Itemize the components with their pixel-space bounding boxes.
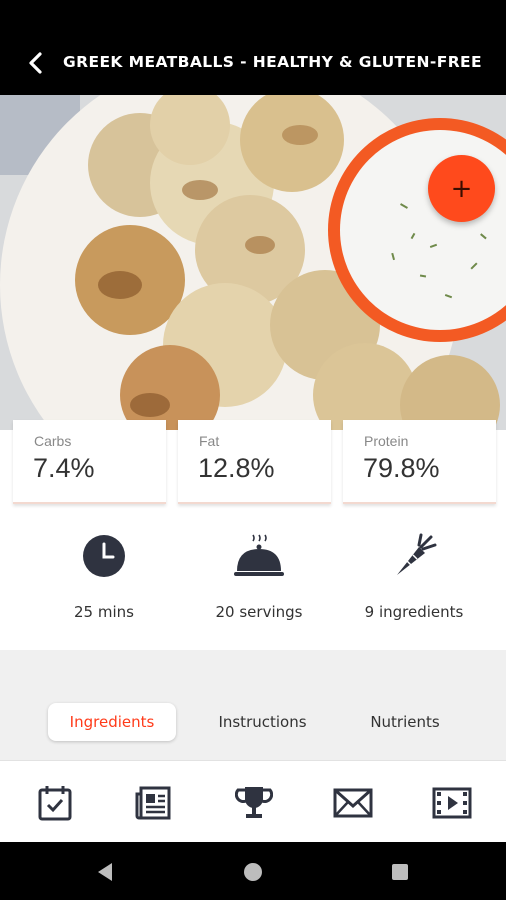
stat-time: 25 mins: [24, 515, 184, 650]
recipe-stats: 25 mins 20 servings 9 ingredients: [0, 515, 506, 650]
tab-nutrients[interactable]: Nutrients: [350, 703, 460, 741]
stat-ingredients-text: 9 ingredients: [364, 603, 464, 621]
nav-trophy[interactable]: [234, 783, 274, 823]
macro-card-protein: Protein 79.8%: [343, 420, 496, 504]
nav-mail[interactable]: [333, 783, 373, 823]
macro-cards: Carbs 7.4% Fat 12.8% Protein 79.8%: [0, 420, 506, 515]
macro-value: 79.8%: [363, 453, 440, 483]
calendar-check-icon: [38, 786, 72, 821]
top-app-bar: GREEK MEATBALLS - HEALTHY & GLUTEN-FREE: [0, 0, 506, 95]
back-button[interactable]: [22, 50, 48, 76]
system-back-button[interactable]: [93, 860, 117, 884]
macro-label: Carbs: [34, 433, 72, 449]
macro-label: Protein: [364, 433, 409, 449]
recipe-tabs: Ingredients Instructions Nutrients: [0, 650, 506, 760]
newspaper-icon: [135, 786, 171, 820]
tab-ingredients[interactable]: Ingredients: [48, 703, 176, 741]
nav-video[interactable]: [432, 783, 472, 823]
carrot-icon: [397, 533, 437, 575]
chevron-left-icon: [29, 52, 42, 74]
system-home-button[interactable]: [241, 860, 265, 884]
video-icon: [432, 787, 472, 819]
bottom-navigation: [0, 760, 506, 843]
stat-time-text: 25 mins: [74, 603, 134, 621]
stat-servings-text: 20 servings: [215, 603, 303, 621]
macro-value: 7.4%: [33, 453, 95, 483]
trophy-icon: [235, 787, 273, 818]
macro-value: 12.8%: [198, 453, 275, 483]
triangle-back-icon: [98, 863, 112, 881]
clock-icon: [83, 535, 125, 577]
plus-icon: +: [450, 173, 473, 204]
macro-card-carbs: Carbs 7.4%: [13, 420, 166, 504]
macro-label: Fat: [199, 433, 220, 449]
nav-news[interactable]: [134, 783, 174, 823]
page-title: GREEK MEATBALLS - HEALTHY & GLUTEN-FREE: [63, 53, 483, 71]
stat-ingredients: 9 ingredients: [334, 515, 494, 650]
mail-icon: [333, 788, 373, 818]
meatballs-image: [0, 95, 506, 430]
nav-calendar[interactable]: [35, 783, 75, 823]
serving-cloche-icon: [234, 534, 284, 576]
stat-servings: 20 servings: [179, 515, 339, 650]
system-recents-button[interactable]: [388, 860, 412, 884]
recipe-photo: +: [0, 95, 506, 430]
macro-card-fat: Fat 12.8%: [178, 420, 331, 504]
square-recents-icon: [392, 864, 408, 880]
system-navigation-bar: [0, 842, 506, 900]
tab-instructions[interactable]: Instructions: [200, 703, 325, 741]
circle-home-icon: [244, 863, 262, 881]
add-button[interactable]: +: [428, 155, 495, 222]
